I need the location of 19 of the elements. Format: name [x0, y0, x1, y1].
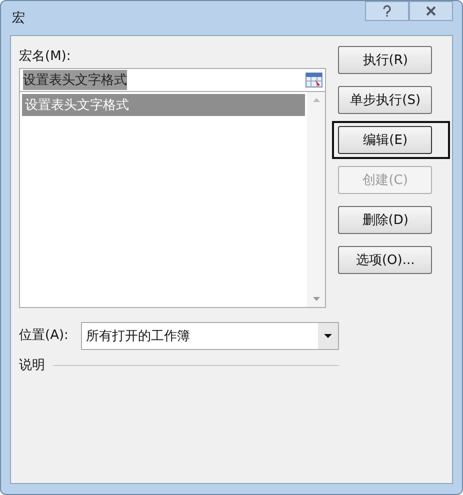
- close-button[interactable]: [409, 1, 453, 21]
- select-range-icon[interactable]: [305, 72, 324, 88]
- description-label: 说明: [19, 357, 45, 374]
- dialog-button[interactable]: 执行(R): [338, 46, 432, 74]
- help-button[interactable]: [365, 1, 409, 21]
- dialog-button[interactable]: 删除(D): [338, 206, 432, 234]
- window-title: 宏: [11, 10, 26, 27]
- dialog-button[interactable]: 单步执行(S): [338, 86, 432, 114]
- dialog-button[interactable]: 编辑(E): [338, 126, 432, 154]
- location-label: 位置(A):: [19, 327, 70, 345]
- dialog-button[interactable]: 选项(O)...: [338, 246, 432, 274]
- close-icon: [425, 6, 437, 16]
- dropdown-arrow-icon: [324, 334, 332, 338]
- question-mark-icon: [382, 5, 392, 17]
- scroll-down-icon[interactable]: [312, 297, 320, 301]
- location-dropdown[interactable]: 所有打开的工作簿: [81, 322, 339, 350]
- scrollbar[interactable]: [307, 92, 326, 307]
- macro-name-label: 宏名(M):: [19, 48, 72, 66]
- macro-name-field[interactable]: 设置表头文字格式: [19, 68, 326, 92]
